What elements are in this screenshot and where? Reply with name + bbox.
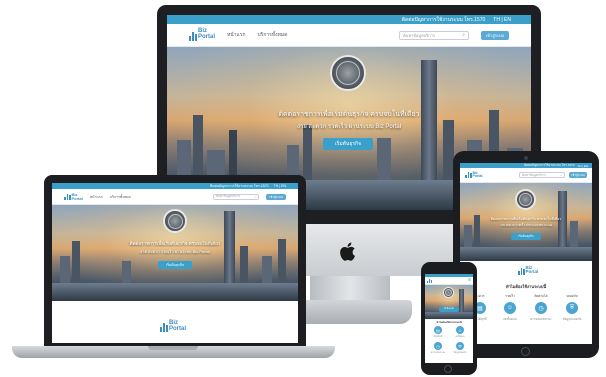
topbar-contact: ติดต่อปัญหาการใช้งานระบบ โทร.1570 — [401, 16, 486, 23]
hero-line-2: ง่าย สะดวก รวดเร็ว ผ่านระบบ Biz Portal — [296, 124, 402, 130]
feature-desc: ยื่นได้ทุกที่ — [433, 336, 443, 338]
login-button[interactable]: เข้าสู่ระบบ — [481, 30, 509, 40]
feature-desc: ข้อมูลปลอดภัย — [562, 317, 582, 321]
hero-start-button[interactable]: เริ่มต้นธุรกิจ — [323, 138, 373, 150]
feature-desc: ตรวจสอบสถานะ — [430, 352, 446, 354]
feature-desc: ลดขั้นตอน — [503, 317, 517, 321]
language-switch[interactable]: TH | EN — [493, 17, 511, 23]
login-button[interactable]: เข้าสู่ระบบ — [569, 172, 587, 178]
search-input[interactable]: ค้นหาข้อมูลบริการ ⌕ — [213, 193, 259, 200]
search-icon[interactable]: ⌕ — [254, 195, 256, 199]
feature-card[interactable]: ▤ ยื่นได้ทุกที่ — [428, 326, 448, 338]
hero-line-2: ง่าย สะดวก รวดเร็ว ผ่านระบบ Biz Portal — [140, 249, 210, 254]
shield-icon: ⛨ — [566, 302, 578, 314]
logo-bars-icon — [189, 31, 197, 41]
feature-card[interactable]: รวดเร็ว ☺ ลดขั้นตอน — [496, 294, 524, 322]
laptop-screen: ติดต่อปัญหาการใช้งานระบบ โทร.1570 TH | E… — [52, 183, 298, 343]
logo-text-portal: Portal — [71, 195, 83, 201]
laptop-notch — [148, 346, 198, 350]
navbar: Biz Portal หน้าแรก บริการทั้งหมด ค้นหาข้อ… — [167, 24, 531, 47]
hero-start-button[interactable]: เริ่มต้นธุรกิจ — [158, 261, 192, 269]
clock-icon: ◷ — [535, 302, 547, 314]
feature-card[interactable]: ◷ ตรวจสอบสถานะ — [428, 342, 448, 354]
nav-services[interactable]: บริการทั้งหมด — [110, 194, 131, 200]
phone-screen: ≡ เริ่มต้นธุรกิจ ทำไมต้องใช้งานระบบนี้ ▤… — [425, 274, 473, 363]
search-icon[interactable]: ⌕ — [462, 32, 465, 38]
government-seal-icon — [330, 55, 366, 91]
imac-stand-foot — [288, 300, 412, 324]
tablet-home-button — [521, 347, 530, 356]
section-title: ทำไมต้องใช้งานระบบนี้ — [505, 284, 547, 289]
logo-bars-icon — [160, 323, 168, 333]
site-logo[interactable]: Biz Portal — [189, 28, 216, 41]
feature-desc: ตรวจสอบสถานะ — [530, 317, 552, 321]
navbar: ≡ — [425, 277, 473, 285]
feature-card[interactable]: ☺ ลดขั้นตอน — [450, 326, 470, 338]
feature-card[interactable]: ติดตามได้ ◷ ตรวจสอบสถานะ — [527, 294, 555, 322]
logo-bars-icon — [64, 194, 71, 201]
hero-banner: ติดต่อราชการเพื่อเริ่มต้นธุรกิจ ครบจบในท… — [460, 183, 592, 261]
government-seal-icon — [163, 209, 187, 233]
footer-logo: Biz Portal — [160, 320, 187, 333]
feature-card[interactable]: ปลอดภัย ⛨ ข้อมูลปลอดภัย — [558, 294, 586, 322]
search-icon[interactable]: ⌕ — [560, 173, 562, 177]
feature-label: ปลอดภัย — [566, 294, 578, 298]
section-logo: Biz Portal — [518, 265, 539, 275]
hero-line-1: ติดต่อราชการเพื่อเริ่มต้นธุรกิจ ครบจบในท… — [490, 217, 562, 221]
logo-bars-icon — [518, 267, 525, 275]
site-logo[interactable]: Biz Portal — [465, 171, 483, 179]
hero-line-1: ติดต่อราชการเพื่อเริ่มต้นธุรกิจ ครบจบในท… — [278, 111, 420, 118]
tablet-screen: ติดต่อปัญหาการใช้งานระบบ โทร.1570 TH | E… — [460, 163, 592, 344]
nav-services[interactable]: บริการทั้งหมด — [257, 31, 287, 39]
hero-line-2: ง่าย สะดวก รวดเร็ว ผ่านระบบ Biz Portal — [499, 223, 553, 227]
hero-start-button[interactable]: เริ่มต้นธุรกิจ — [439, 307, 459, 312]
login-button[interactable]: เข้าสู่ระบบ — [266, 193, 286, 200]
search-placeholder: ค้นหาข้อมูลบริการ — [216, 194, 241, 198]
logo-bars-icon — [427, 278, 432, 283]
government-seal-icon — [515, 189, 536, 210]
people-icon: ☺ — [504, 302, 516, 314]
logo-text-portal: Portal — [525, 269, 539, 275]
site-logo[interactable]: Biz Portal — [64, 192, 83, 201]
nav-home[interactable]: หน้าแรก — [90, 194, 103, 200]
search-placeholder: ค้นหาข้อมูลบริการ — [403, 32, 436, 38]
search-input[interactable]: ค้นหาข้อมูลบริการ ⌕ — [519, 172, 565, 178]
people-icon: ☺ — [456, 326, 464, 334]
shield-icon: ⛨ — [456, 342, 464, 350]
nav-home[interactable]: หน้าแรก — [227, 31, 245, 39]
hero-start-button[interactable]: เริ่มต้นธุรกิจ — [511, 233, 541, 240]
feature-label: ติดตามได้ — [534, 294, 548, 298]
logo-text-portal: Portal — [472, 174, 483, 178]
navbar: Biz Portal ค้นหาข้อมูลบริการ ⌕ เข้าสู่ระบ… — [460, 168, 592, 183]
hero-banner: ติดต่อราชการเพื่อเริ่มต้นธุรกิจ ครบจบในท… — [52, 205, 298, 301]
feature-card[interactable]: ⛨ ข้อมูลปลอดภัย — [450, 342, 470, 354]
navbar: Biz Portal หน้าแรก บริการทั้งหมด ค้นหาข้อ… — [52, 189, 298, 205]
doc-icon: ▤ — [434, 326, 442, 334]
apple-logo-icon — [340, 242, 355, 261]
phone-home-button — [444, 365, 452, 373]
search-input[interactable]: ค้นหาข้อมูลบริการ ⌕ — [399, 30, 469, 40]
language-switch[interactable]: TH | EN — [577, 164, 588, 168]
feature-desc: ลดขั้นตอน — [455, 336, 465, 338]
feature-label: รวดเร็ว — [505, 294, 515, 298]
tablet-camera — [524, 156, 528, 160]
search-placeholder: ค้นหาข้อมูลบริการ — [522, 172, 547, 177]
feature-desc: ข้อมูลปลอดภัย — [453, 352, 467, 354]
clock-icon: ◷ — [434, 342, 442, 350]
hero-line-1: ติดต่อราชการเพื่อเริ่มต้นธุรกิจ ครบจบในท… — [129, 241, 221, 246]
topbar: ติดต่อปัญหาการใช้งานระบบ โทร.1570 TH | E… — [167, 15, 531, 24]
logo-text-portal: Portal — [198, 34, 216, 40]
responsive-devices-mockup: ติดต่อปัญหาการใช้งานระบบ โทร.1570 TH | E… — [0, 0, 606, 377]
section-title: ทำไมต้องใช้งานระบบนี้ — [436, 321, 462, 324]
logo-bars-icon — [465, 172, 472, 179]
imac-stand-neck — [310, 276, 390, 302]
site-logo[interactable] — [427, 278, 432, 283]
government-seal-icon — [443, 287, 454, 298]
language-switch[interactable]: TH | EN — [274, 184, 286, 188]
menu-icon[interactable]: ≡ — [468, 278, 471, 283]
hero-banner: เริ่มต้นธุรกิจ — [425, 285, 473, 319]
logo-text-portal: Portal — [169, 325, 187, 332]
